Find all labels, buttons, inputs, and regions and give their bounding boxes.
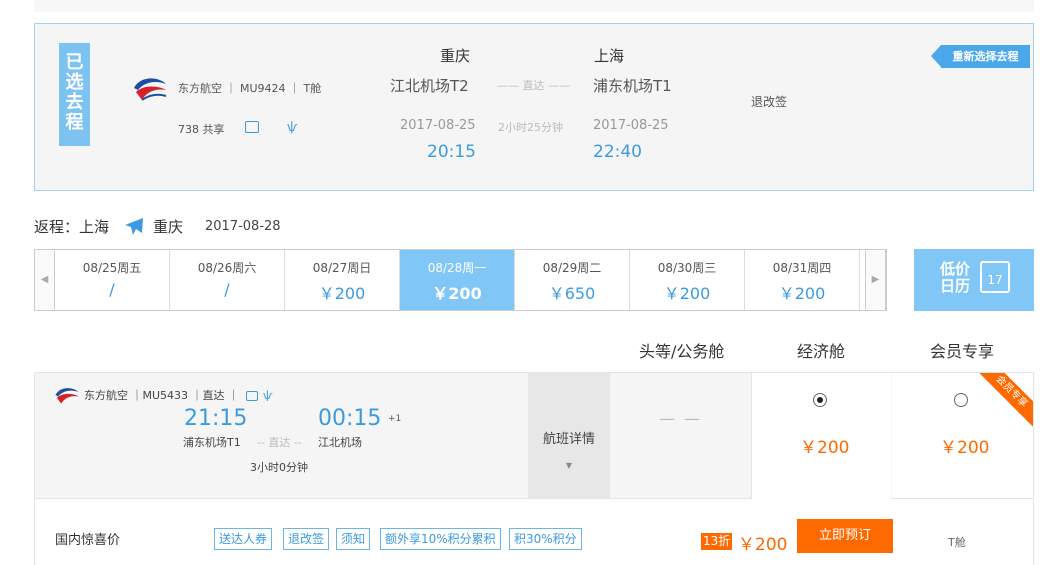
return-date: 2017-08-28	[205, 219, 281, 234]
outbound-aircraft: 738 共享	[178, 123, 225, 136]
fare-tag[interactable]: 送达人券	[214, 528, 273, 550]
flight-detail-button[interactable]: 航班详情 ▼	[528, 373, 610, 498]
book-now-button[interactable]: 立即预订	[797, 519, 893, 553]
member-ribbon: 会员专享	[970, 373, 1033, 433]
member-price: ￥200	[940, 438, 990, 458]
selected-outbound-card	[34, 23, 1034, 191]
outbound-duration: 2小时25分钟	[498, 121, 563, 134]
fare-name: 国内惊喜价	[55, 533, 121, 548]
flight-dep-airport: 浦东机场T1	[183, 436, 241, 449]
flight-direct: -- 直达 --	[257, 436, 302, 449]
outbound-airline-line: 东方航空 ｜ MU9424 ｜ T舱	[178, 82, 322, 95]
meal-icon: ѱ	[287, 120, 298, 134]
return-to-city: 重庆	[153, 218, 184, 236]
cabin-header-economy: 经济舱	[797, 342, 846, 361]
date-prev-button[interactable]: ◀	[34, 249, 55, 311]
date-tab[interactable]: 08/29周二 ￥650	[515, 250, 630, 310]
date-tab[interactable]: 08/27周日 ￥200	[285, 250, 400, 310]
fare-cabin-class: T舱	[948, 536, 966, 549]
economy-cell[interactable]: ￥200	[751, 373, 891, 501]
outbound-dep-time: 20:15	[427, 142, 476, 162]
cabin-header-first: 头等/公务舱	[639, 342, 725, 361]
fare-tag[interactable]: 退改签	[283, 528, 330, 550]
economy-radio[interactable]	[813, 393, 827, 407]
fare-price: ￥200	[738, 535, 788, 555]
first-class-cell: — —	[611, 373, 750, 498]
date-tab[interactable]: 08/25周五 /	[55, 250, 170, 310]
outbound-refund-link[interactable]: 退改签	[751, 93, 787, 110]
reselect-outbound-button[interactable]: 重新选择去程	[931, 45, 1030, 68]
flight-arr-time: 00:15	[318, 406, 382, 431]
outbound-arr-time: 22:40	[593, 142, 642, 162]
date-tab[interactable]: 08/26周六 /	[170, 250, 285, 310]
cabin-header-member: 会员专享	[930, 342, 995, 361]
outbound-to-airport: 浦东机场T1	[593, 77, 672, 95]
member-radio[interactable]	[954, 393, 968, 407]
date-next-button[interactable]: ▶	[865, 249, 886, 311]
low-price-calendar-label: 低价日历	[939, 260, 970, 295]
low-price-calendar-button[interactable]: 低价日历 17	[914, 249, 1034, 311]
fare-tag[interactable]: 须知	[336, 528, 371, 550]
caret-down-icon: ▼	[565, 461, 573, 470]
fare-tag[interactable]: 积30%积分	[509, 528, 582, 550]
first-class-price: — —	[658, 409, 703, 428]
fare-tag[interactable]: 额外享10%积分累积	[380, 528, 501, 550]
plus-day: +1	[388, 414, 402, 424]
tv-icon	[245, 121, 259, 133]
outbound-to-city: 上海	[594, 47, 625, 65]
date-tab[interactable]: 08/31周四 ￥200	[745, 250, 860, 310]
china-eastern-logo	[55, 388, 79, 404]
selected-outbound-badge: 已 选 去 程	[59, 43, 90, 146]
plane-icon	[125, 218, 143, 235]
date-tab-active[interactable]: 08/28周一 ￥200	[400, 250, 515, 310]
flight-airline-line: 东方航空 ｜MU5433 ｜直达 ｜ ѱ	[84, 389, 273, 402]
calendar-icon: 17	[980, 261, 1010, 293]
china-eastern-logo	[134, 78, 167, 101]
flight-dep-time: 21:15	[184, 406, 248, 431]
meal-icon: ѱ	[263, 389, 273, 402]
tv-icon	[245, 391, 258, 401]
top-strip	[34, 0, 1034, 12]
outbound-to-date: 2017-08-25	[593, 118, 669, 133]
discount-badge: 13折	[701, 533, 733, 550]
return-label: 返程：上海	[34, 218, 110, 236]
outbound-from-date: 2017-08-25	[400, 118, 476, 133]
date-tab[interactable]: 08/30周三 ￥200	[630, 250, 745, 310]
member-cell[interactable]: 会员专享 ￥200	[892, 373, 1033, 498]
economy-price: ￥200	[800, 438, 850, 458]
outbound-from-city: 重庆	[440, 47, 471, 65]
flight-duration: 3小时0分钟	[250, 461, 308, 474]
outbound-from-airport: 江北机场T2	[390, 77, 469, 95]
flight-arr-airport: 江北机场	[318, 436, 362, 449]
outbound-direct: —— 直达 ——	[497, 79, 570, 92]
